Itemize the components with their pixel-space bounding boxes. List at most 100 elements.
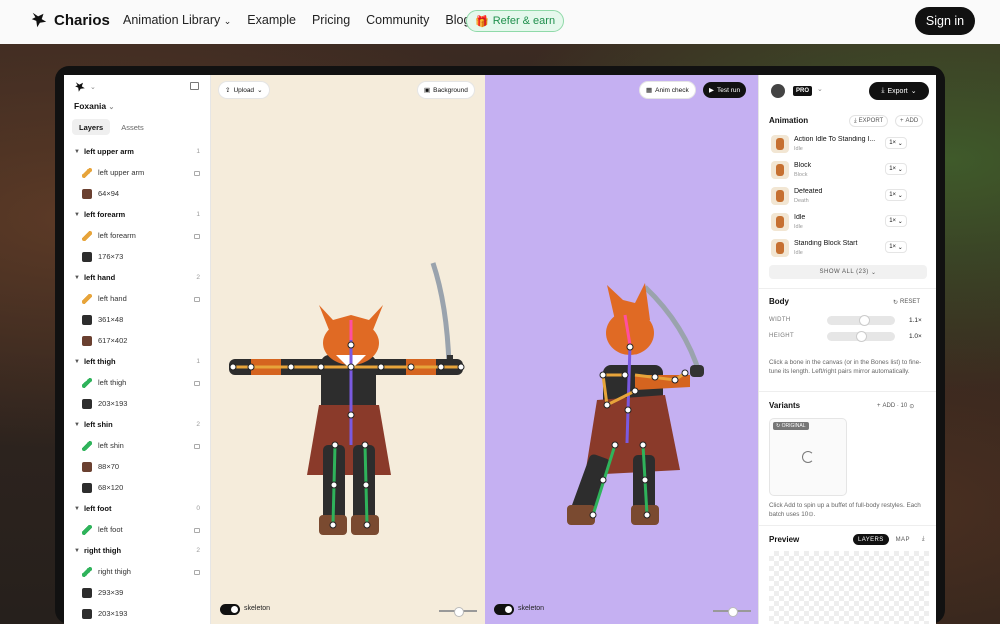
variant-original-card[interactable]: ↻ ORIGINAL — [769, 418, 847, 496]
refer-earn-button[interactable]: 🎁 Refer & earn — [466, 10, 565, 32]
zoom-slider[interactable] — [439, 607, 477, 617]
layer-item[interactable]: 68×120 — [64, 477, 210, 498]
layer-item[interactable]: 203×193 — [64, 603, 210, 624]
layer-group[interactable]: ▼ right thigh 2 — [64, 540, 210, 561]
export-button[interactable]: ⤓ Export ⌄ — [869, 82, 929, 100]
layer-group[interactable]: ▼ left hand 2 — [64, 267, 210, 288]
lock-icon[interactable] — [194, 444, 200, 449]
layer-item[interactable]: 617×402 — [64, 330, 210, 351]
lock-icon[interactable] — [194, 381, 200, 386]
speed-select[interactable]: 1× ⌄ — [885, 163, 907, 175]
animation-category: Block — [794, 172, 808, 178]
app-logo-menu[interactable]: ⌄ — [74, 81, 96, 93]
animation-name: Standing Block Start — [794, 240, 858, 247]
properties-panel: PRO ⌄ ⤓ Export ⌄ Animation ⤓ EXPORT + ADD Ac… — [758, 75, 936, 624]
skeleton-toggle-preview[interactable] — [494, 604, 514, 615]
tab-layers[interactable]: Layers — [72, 119, 111, 135]
layer-item[interactable]: left upper arm — [64, 162, 210, 183]
project-selector[interactable]: Foxania ⌄ — [74, 101, 114, 111]
show-all-button[interactable]: SHOW ALL (23) ⌄ — [769, 265, 927, 279]
variants-add-button[interactable]: + ADD · 10 ⊙ — [873, 400, 918, 412]
layer-group[interactable]: ▼ left shin 2 — [64, 414, 210, 435]
lock-icon[interactable] — [194, 528, 200, 533]
layer-group-count: 0 — [196, 505, 200, 512]
download-icon[interactable]: ⤓ — [917, 534, 930, 545]
part-thumbnail-icon — [82, 335, 92, 346]
layer-item[interactable]: 176×73 — [64, 246, 210, 267]
preview-canvas[interactable]: ▦ Anim check ▶ Test run skeleton — [485, 75, 758, 624]
tab-layers-preview[interactable]: LAYERS — [853, 534, 889, 545]
edit-canvas[interactable]: ⇪ Upload ⌄ ▣ Background skeleton — [211, 75, 485, 624]
nav-animation-library[interactable]: Animation Library ⌄ — [123, 13, 231, 27]
animation-item[interactable]: Defeated Death 1× ⌄ — [771, 185, 925, 211]
avatar[interactable] — [771, 84, 785, 98]
tab-assets[interactable]: Assets — [114, 119, 151, 135]
layer-group-count: 1 — [196, 148, 200, 155]
lock-icon[interactable] — [194, 171, 200, 176]
nav-community[interactable]: Community — [366, 13, 429, 27]
skeleton-toggle[interactable] — [220, 604, 240, 615]
layer-item-label: left forearm — [98, 231, 136, 240]
chevron-down-icon[interactable]: ▼ — [74, 548, 80, 554]
layer-item[interactable]: 88×70 — [64, 456, 210, 477]
refresh-icon — [802, 451, 814, 463]
part-thumbnail-icon — [82, 398, 92, 409]
layer-item-label: left thigh — [98, 378, 127, 387]
layer-item[interactable]: left hand — [64, 288, 210, 309]
layer-item[interactable]: 203×193 — [64, 393, 210, 414]
speed-select[interactable]: 1× ⌄ — [885, 241, 907, 253]
animation-item[interactable]: Action Idle To Standing I... Idle 1× ⌄ — [771, 133, 925, 159]
layer-item[interactable]: right thigh — [64, 561, 210, 582]
layer-group[interactable]: ▼ left foot 0 — [64, 498, 210, 519]
sign-in-button[interactable]: Sign in — [915, 7, 975, 35]
fox-character-tpose — [229, 262, 465, 535]
chevron-down-icon[interactable]: ▼ — [74, 359, 80, 365]
chevron-down-icon[interactable]: ▼ — [74, 506, 80, 512]
animation-item[interactable]: Idle Idle 1× ⌄ — [771, 211, 925, 237]
chevron-down-icon[interactable]: ▼ — [74, 149, 80, 155]
height-slider-knob[interactable] — [855, 331, 867, 342]
plus-icon: + — [877, 403, 881, 409]
sidebar-toggle-icon[interactable] — [190, 82, 199, 90]
layer-item[interactable]: left shin — [64, 435, 210, 456]
chevron-down-icon[interactable]: ▼ — [74, 275, 80, 281]
speed-select[interactable]: 1× ⌄ — [885, 215, 907, 227]
layer-item[interactable]: 293×39 — [64, 582, 210, 603]
animation-add-button[interactable]: + ADD — [895, 115, 924, 127]
chevron-down-icon[interactable]: ▼ — [74, 422, 80, 428]
speed-select[interactable]: 1× ⌄ — [885, 137, 907, 149]
layer-item-label: 68×120 — [98, 483, 124, 492]
lock-icon[interactable] — [194, 570, 200, 575]
part-thumbnail-icon — [82, 587, 92, 598]
nav-pricing[interactable]: Pricing — [312, 13, 350, 27]
speed-select[interactable]: 1× ⌄ — [885, 189, 907, 201]
layer-group[interactable]: ▼ left forearm 1 — [64, 204, 210, 225]
zoom-slider-preview[interactable] — [713, 607, 751, 617]
animation-export-button[interactable]: ⤓ EXPORT — [849, 115, 889, 127]
tab-map-preview[interactable]: MAP — [891, 534, 915, 545]
chevron-down-icon[interactable]: ▼ — [74, 212, 80, 218]
layer-item[interactable]: left foot — [64, 519, 210, 540]
brand-logo[interactable]: Charios — [30, 11, 110, 29]
divider — [759, 288, 936, 289]
layer-group-count: 2 — [196, 421, 200, 428]
layer-item[interactable]: 361×48 — [64, 309, 210, 330]
chevron-down-icon[interactable]: ⌄ — [817, 85, 823, 93]
height-slider[interactable] — [827, 331, 895, 342]
layer-item[interactable]: left forearm — [64, 225, 210, 246]
layer-item[interactable]: 64×94 — [64, 183, 210, 204]
lock-icon[interactable] — [194, 297, 200, 302]
body-reset-button[interactable]: ↻ RESET — [889, 296, 924, 308]
layer-item[interactable]: left thigh — [64, 372, 210, 393]
layer-group-name: left thigh — [83, 357, 116, 366]
animation-item[interactable]: Block Block 1× ⌄ — [771, 159, 925, 185]
animation-item[interactable]: Standing Block Start Idle 1× ⌄ — [771, 237, 925, 263]
nav-example[interactable]: Example — [247, 13, 296, 27]
layer-group-name: right thigh — [83, 546, 122, 555]
layer-group[interactable]: ▼ left thigh 1 — [64, 351, 210, 372]
width-slider-knob[interactable] — [858, 315, 870, 326]
width-slider[interactable] — [827, 315, 895, 326]
lock-icon[interactable] — [194, 234, 200, 239]
layer-item-label: 293×39 — [98, 588, 124, 597]
layer-group[interactable]: ▼ left upper arm 1 — [64, 141, 210, 162]
